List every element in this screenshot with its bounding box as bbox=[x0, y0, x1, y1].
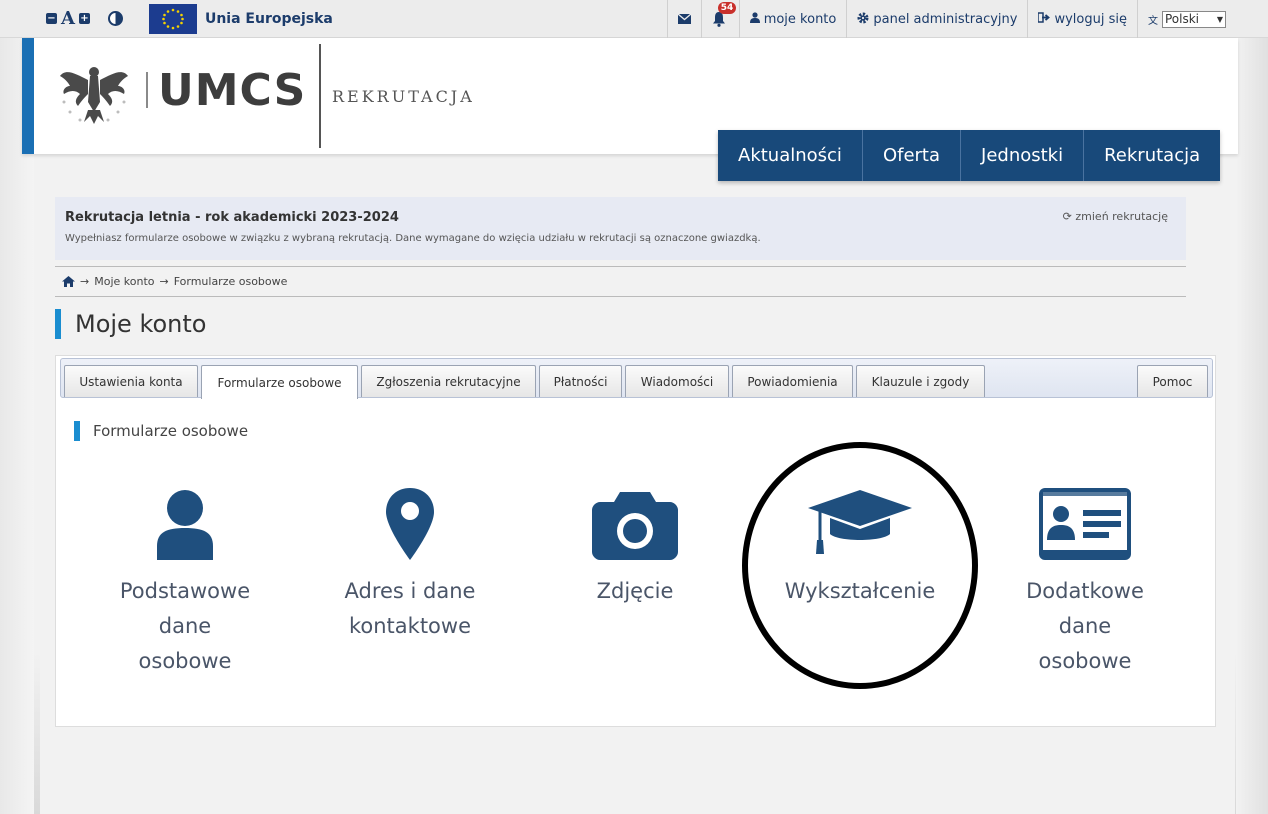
logo-separator bbox=[146, 72, 148, 108]
sign-out-icon bbox=[1037, 12, 1051, 26]
header-divider bbox=[319, 44, 321, 148]
tab-clauses[interactable]: Klauzule i zgody bbox=[856, 365, 985, 397]
logo-text: UMCS bbox=[158, 64, 307, 116]
top-bar-actions: 54 moje konto panel administracyjny wylo… bbox=[666, 0, 1232, 38]
id-card-icon bbox=[1039, 488, 1131, 560]
right-shadow bbox=[1236, 38, 1268, 814]
top-bar: − A + Unia Europejska 54 moje konto pane… bbox=[0, 0, 1268, 38]
tile-additional-personal-data[interactable]: Dodatkowe dane osobowe bbox=[985, 470, 1185, 679]
section-header: Formularze osobowe bbox=[74, 421, 248, 441]
header-accent bbox=[22, 38, 34, 154]
tile-label: Zdjęcie bbox=[596, 579, 674, 603]
main-navigation: Aktualności Oferta Jednostki Rekrutacja bbox=[718, 130, 1221, 181]
admin-panel-link[interactable]: panel administracyjny bbox=[846, 0, 1027, 38]
eu-flag-icon bbox=[148, 3, 197, 34]
notifications-badge: 54 bbox=[717, 2, 737, 14]
change-recruitment-label: zmień rekrutację bbox=[1075, 210, 1168, 223]
notice-title: Rekrutacja letnia - rok akademicki 2023-… bbox=[65, 210, 399, 225]
eagle-emblem-icon bbox=[60, 67, 128, 124]
logout-link[interactable]: wyloguj się bbox=[1027, 0, 1137, 38]
divider bbox=[55, 266, 1186, 267]
language-value: Polski bbox=[1165, 12, 1200, 26]
chevron-down-icon: ▼ bbox=[1216, 14, 1223, 24]
tab-help[interactable]: Pomoc bbox=[1137, 365, 1208, 397]
nav-item-aktualnosci[interactable]: Aktualności bbox=[718, 130, 863, 181]
nav-item-rekrutacja[interactable]: Rekrutacja bbox=[1084, 130, 1220, 181]
page-title: Moje konto bbox=[75, 310, 207, 338]
tab-account-settings[interactable]: Ustawienia konta bbox=[64, 365, 198, 397]
language-switcher[interactable]: 文 Polski ▼ bbox=[1137, 0, 1232, 38]
camera-icon bbox=[592, 492, 678, 560]
contrast-icon[interactable] bbox=[107, 11, 123, 26]
eu-link[interactable]: Unia Europejska bbox=[148, 3, 333, 34]
user-icon bbox=[157, 490, 213, 560]
refresh-icon: ⟳ bbox=[1062, 210, 1072, 223]
section-title: Formularze osobowe bbox=[93, 422, 249, 440]
section-accent bbox=[74, 421, 80, 441]
map-marker-icon bbox=[386, 488, 434, 560]
page-title-wrap: Moje konto bbox=[55, 309, 206, 339]
font-decrease-button[interactable]: − bbox=[46, 13, 57, 24]
envelope-icon bbox=[677, 14, 691, 24]
eu-label: Unia Europejska bbox=[204, 10, 333, 27]
tab-payments[interactable]: Płatności bbox=[539, 365, 622, 397]
recruitment-notice: Rekrutacja letnia - rok akademicki 2023-… bbox=[55, 197, 1186, 260]
messages-button[interactable] bbox=[666, 0, 701, 38]
tab-personal-forms[interactable]: Formularze osobowe bbox=[201, 365, 358, 399]
tile-label: Dodatkowe dane osobowe bbox=[1026, 579, 1144, 673]
nav-item-oferta[interactable]: Oferta bbox=[863, 130, 962, 181]
admin-panel-label: panel administracyjny bbox=[873, 11, 1018, 27]
divider bbox=[55, 296, 1186, 297]
breadcrumb-arrow-icon: → bbox=[159, 275, 169, 288]
font-increase-button[interactable]: + bbox=[78, 13, 90, 24]
language-select[interactable]: Polski ▼ bbox=[1162, 10, 1226, 28]
tabs-bar: Ustawienia konta Formularze osobowe Zgło… bbox=[60, 358, 1213, 399]
left-shadow bbox=[0, 38, 34, 814]
tab-notifications[interactable]: Powiadomienia bbox=[732, 365, 853, 397]
nav-item-jednostki[interactable]: Jednostki bbox=[961, 130, 1085, 181]
notice-text: Wypełniasz formularze osobowe w związku … bbox=[65, 233, 761, 244]
tile-address-contact[interactable]: Adres i dane kontaktowe bbox=[310, 470, 510, 644]
header-subtitle: REKRUTACJA bbox=[332, 87, 475, 106]
breadcrumb-arrow-icon: → bbox=[80, 275, 90, 288]
highlight-circle bbox=[742, 442, 978, 689]
account-label: moje konto bbox=[763, 11, 837, 27]
gear-icon bbox=[857, 12, 869, 27]
tile-photo[interactable]: Zdjęcie bbox=[535, 470, 735, 609]
tile-label: Podstawowe dane osobowe bbox=[119, 579, 251, 673]
title-accent bbox=[55, 309, 61, 339]
breadcrumb-item-forms: Formularze osobowe bbox=[173, 275, 288, 288]
tile-basic-personal-data[interactable]: Podstawowe dane osobowe bbox=[85, 470, 285, 679]
change-recruitment-link[interactable]: ⟳ zmień rekrutację bbox=[1063, 210, 1168, 223]
tab-applications[interactable]: Zgłoszenia rekrutacyjne bbox=[361, 365, 536, 397]
logout-label: wyloguj się bbox=[1054, 11, 1127, 27]
accessibility-controls: − A + bbox=[46, 8, 123, 29]
user-small-icon bbox=[749, 12, 760, 26]
home-icon[interactable] bbox=[62, 276, 75, 287]
font-size-icon[interactable]: A bbox=[61, 8, 75, 29]
breadcrumb-item-account[interactable]: Moje konto bbox=[94, 275, 154, 288]
tile-label: Adres i dane kontaktowe bbox=[344, 579, 476, 638]
translate-icon: 文 bbox=[1148, 15, 1158, 27]
tab-messages[interactable]: Wiadomości bbox=[625, 365, 729, 397]
breadcrumb: → Moje konto → Formularze osobowe bbox=[62, 275, 287, 288]
notifications-button[interactable]: 54 bbox=[700, 0, 739, 38]
account-link[interactable]: moje konto bbox=[738, 0, 847, 38]
umcs-logo[interactable]: UMCS bbox=[54, 50, 306, 130]
